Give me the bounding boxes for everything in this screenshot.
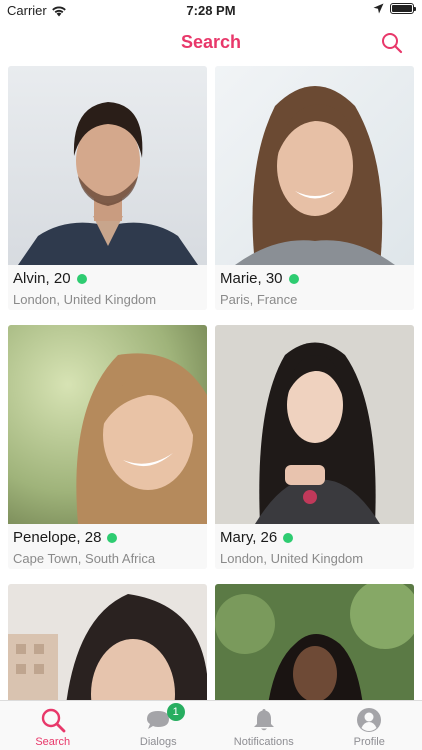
tab-label: Search [35, 736, 71, 748]
profile-location: Cape Town, South Africa [13, 551, 156, 566]
tab-dialogs[interactable]: 1 Dialogs [106, 701, 212, 750]
profile-photo[interactable] [8, 66, 207, 265]
page-title: Search [180, 32, 242, 52]
profile-location: London, United Kingdom [13, 292, 157, 307]
location-arrow-icon [373, 3, 384, 14]
profile-info: Mary, 26 London, United Kingdom [215, 524, 414, 569]
profile-info: Marie, 30 Paris, France [215, 265, 414, 310]
profile-name: Alvin, 20 [13, 270, 71, 287]
tab-label: Profile [353, 736, 385, 748]
profile-name: Penelope, 28 [13, 529, 102, 546]
tab-bar: Search 1 Dialogs Notifications Profile [0, 700, 422, 750]
tab-search[interactable]: Search [0, 701, 106, 750]
nav-bar: Search [0, 22, 422, 64]
profile-card[interactable]: Alvin, 20 London, United Kingdom [8, 66, 207, 310]
profile-photo[interactable] [215, 325, 414, 524]
tab-notifications[interactable]: Notifications [211, 701, 317, 750]
status-bar: Carrier 7:28 PM [0, 0, 422, 22]
online-indicator [76, 273, 87, 284]
status-indicators [373, 3, 416, 14]
profile-name: Marie, 30 [220, 270, 283, 287]
tab-label: Notifications [233, 736, 294, 748]
profile-card[interactable]: Mary, 26 London, United Kingdom [215, 325, 414, 569]
profile-location: Paris, France [220, 292, 298, 307]
unread-badge: 1 [166, 703, 185, 721]
online-indicator [283, 532, 294, 543]
search-icon [41, 708, 66, 733]
bell-icon [253, 709, 274, 731]
profile-card[interactable] [215, 584, 414, 700]
tab-profile[interactable]: Profile [317, 701, 422, 750]
profile-location: London, United Kingdom [220, 551, 364, 566]
online-indicator [107, 532, 118, 543]
profile-photo[interactable] [8, 584, 207, 700]
status-time: 7:28 PM [186, 3, 236, 18]
profile-name-row: Alvin, 20 [13, 270, 202, 287]
battery-icon [390, 3, 416, 14]
profile-name-row: Marie, 30 [220, 270, 409, 287]
profile-name-row: Mary, 26 [220, 529, 409, 546]
profile-card[interactable] [8, 584, 207, 700]
profile-name-row: Penelope, 28 [13, 529, 202, 546]
profiles-grid[interactable]: Alvin, 20 London, United Kingdom Marie, … [8, 66, 414, 700]
profile-photo[interactable] [215, 584, 414, 700]
profile-card[interactable]: Marie, 30 Paris, France [215, 66, 414, 310]
profile-photo[interactable] [215, 66, 414, 265]
profile-photo[interactable] [8, 325, 207, 524]
person-icon [357, 708, 382, 732]
online-indicator [288, 273, 299, 284]
profile-card[interactable]: Penelope, 28 Cape Town, South Africa [8, 325, 207, 569]
profile-info: Penelope, 28 Cape Town, South Africa [8, 524, 207, 569]
search-button[interactable] [380, 31, 404, 55]
tab-label: Dialogs [139, 736, 177, 748]
profile-info: Alvin, 20 London, United Kingdom [8, 265, 207, 310]
profile-name: Mary, 26 [220, 529, 278, 546]
